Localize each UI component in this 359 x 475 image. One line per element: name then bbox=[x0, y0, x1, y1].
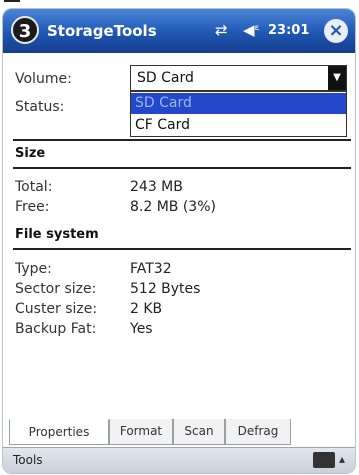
start-button[interactable]: 3 bbox=[11, 16, 39, 44]
dropdown-arrow-icon[interactable]: ▼ bbox=[328, 66, 346, 90]
status-label: Status: bbox=[15, 99, 65, 115]
divider bbox=[13, 167, 351, 169]
keyboard-icon[interactable] bbox=[313, 452, 335, 468]
app-title: StorageTools bbox=[47, 22, 157, 40]
filesystem-heading: File system bbox=[15, 227, 99, 242]
close-icon[interactable]: × bbox=[324, 19, 348, 43]
clock[interactable]: 23:01 bbox=[268, 23, 309, 38]
tab-properties[interactable]: Properties bbox=[9, 419, 109, 445]
size-heading: Size bbox=[15, 146, 46, 161]
connectivity-icon[interactable]: ⇄ bbox=[215, 21, 228, 39]
tab-strip: Properties Format Scan Defrag bbox=[3, 419, 355, 445]
cluster-size-value: 2 KB bbox=[130, 301, 163, 317]
menu-bar: Tools ▴ bbox=[3, 447, 355, 473]
tools-menu[interactable]: Tools bbox=[13, 453, 43, 467]
properties-panel: Volume: SD Card ▼ SD Card CF Card Status… bbox=[3, 53, 355, 433]
type-value: FAT32 bbox=[130, 261, 172, 277]
total-value: 243 MB bbox=[130, 179, 183, 195]
volume-dropdown[interactable]: SD Card ▼ bbox=[130, 65, 347, 91]
total-label: Total: bbox=[15, 179, 53, 195]
top-mark bbox=[4, 0, 20, 2]
divider bbox=[13, 248, 351, 250]
free-value: 8.2 MB (3%) bbox=[130, 199, 216, 215]
tab-scan[interactable]: Scan bbox=[173, 419, 225, 445]
cluster-size-label: Custer size: bbox=[15, 301, 98, 317]
free-label: Free: bbox=[15, 199, 50, 215]
backup-fat-label: Backup Fat: bbox=[15, 321, 97, 337]
type-label: Type: bbox=[15, 261, 52, 277]
input-selector-icon[interactable]: ▴ bbox=[339, 452, 345, 466]
backup-fat-value: Yes bbox=[130, 321, 153, 337]
tab-defrag[interactable]: Defrag bbox=[225, 419, 291, 445]
title-bar: 3 StorageTools ⇄ ◀ᵋ 23:01 × bbox=[3, 9, 355, 53]
volume-options-list[interactable]: SD Card CF Card bbox=[130, 91, 347, 137]
divider bbox=[13, 139, 351, 141]
pocket-pc-screen: 3 StorageTools ⇄ ◀ᵋ 23:01 × Volume: SD C… bbox=[2, 8, 356, 474]
sector-size-label: Sector size: bbox=[15, 281, 97, 297]
volume-option-cf[interactable]: CF Card bbox=[131, 115, 346, 136]
volume-label: Volume: bbox=[15, 71, 72, 87]
volume-icon[interactable]: ◀ᵋ bbox=[243, 21, 260, 39]
sector-size-value: 512 Bytes bbox=[130, 281, 201, 297]
volume-option-sd[interactable]: SD Card bbox=[131, 93, 346, 114]
tab-format[interactable]: Format bbox=[109, 419, 173, 445]
volume-selected-value: SD Card bbox=[137, 70, 194, 86]
